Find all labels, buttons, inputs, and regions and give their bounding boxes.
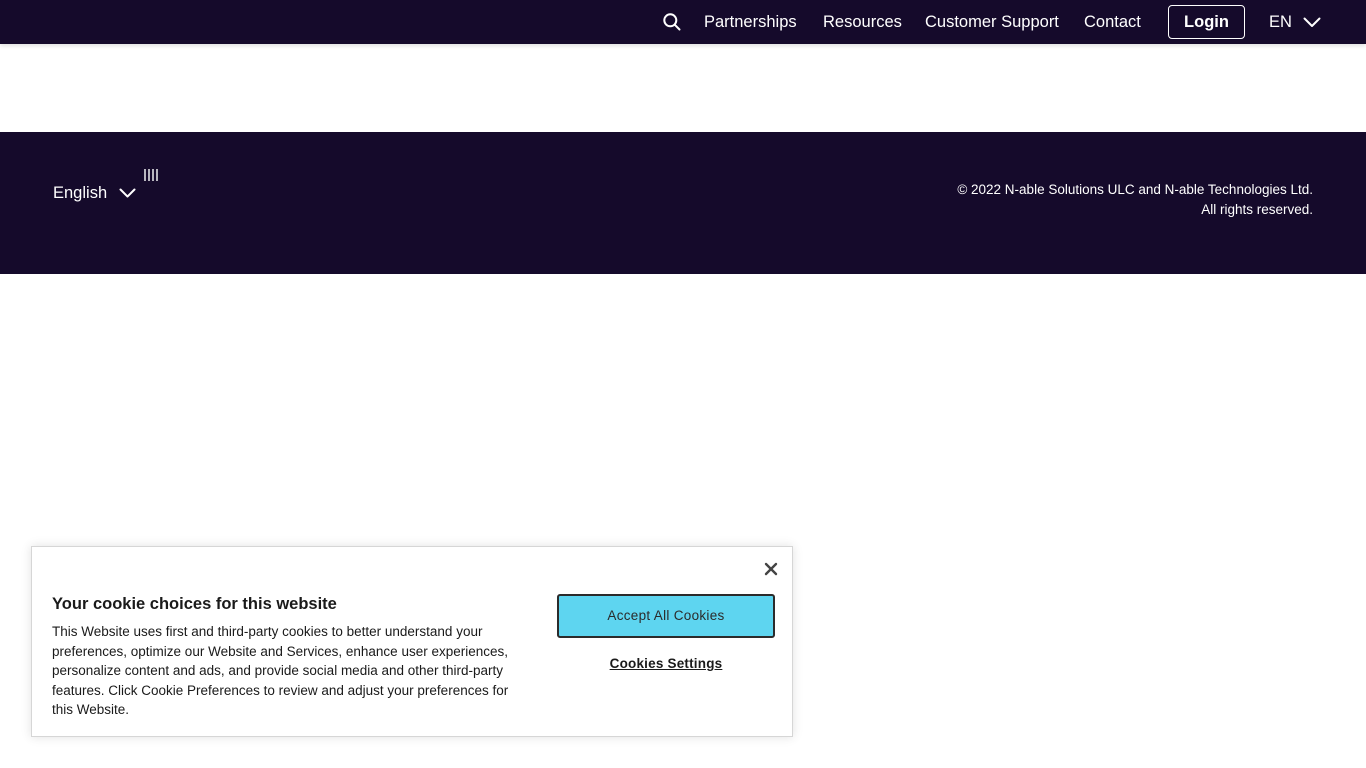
footer-language-selector[interactable]: English <box>53 182 136 204</box>
rights-reserved-line: All rights reserved. <box>1201 202 1313 217</box>
language-selector[interactable]: EN <box>1269 12 1321 32</box>
cookie-banner-description: This Website uses first and third-party … <box>52 624 509 718</box>
cookies-settings-link[interactable]: Cookies Settings <box>557 653 775 675</box>
copyright-line: © 2022 N-able Solutions ULC and N-able T… <box>957 182 1313 197</box>
copyright-notice: © 2022 N-able Solutions ULC and N-able T… <box>957 180 1313 220</box>
language-code: EN <box>1269 13 1292 31</box>
close-icon[interactable] <box>763 561 779 577</box>
cookie-consent-banner: Your cookie choices for this website Thi… <box>31 546 793 737</box>
chevron-down-icon <box>1303 17 1321 27</box>
search-icon[interactable] <box>662 12 682 32</box>
nav-link-resources[interactable]: Resources <box>823 12 902 32</box>
footer-language-label: English <box>53 184 108 202</box>
nav-link-contact[interactable]: Contact <box>1084 12 1141 32</box>
cookie-banner-title: Your cookie choices for this website <box>52 595 337 613</box>
nav-link-partnerships[interactable]: Partnerships <box>704 12 797 32</box>
chevron-down-icon <box>119 188 136 197</box>
top-navigation: Partnerships Resources Customer Support … <box>0 0 1366 44</box>
accept-all-cookies-button[interactable]: Accept All Cookies <box>557 594 775 638</box>
bars-icon <box>144 169 158 181</box>
nav-link-customer-support[interactable]: Customer Support <box>925 12 1059 32</box>
login-button[interactable]: Login <box>1168 5 1245 39</box>
footer: English © 2022 N-able Solutions ULC and … <box>0 132 1366 274</box>
